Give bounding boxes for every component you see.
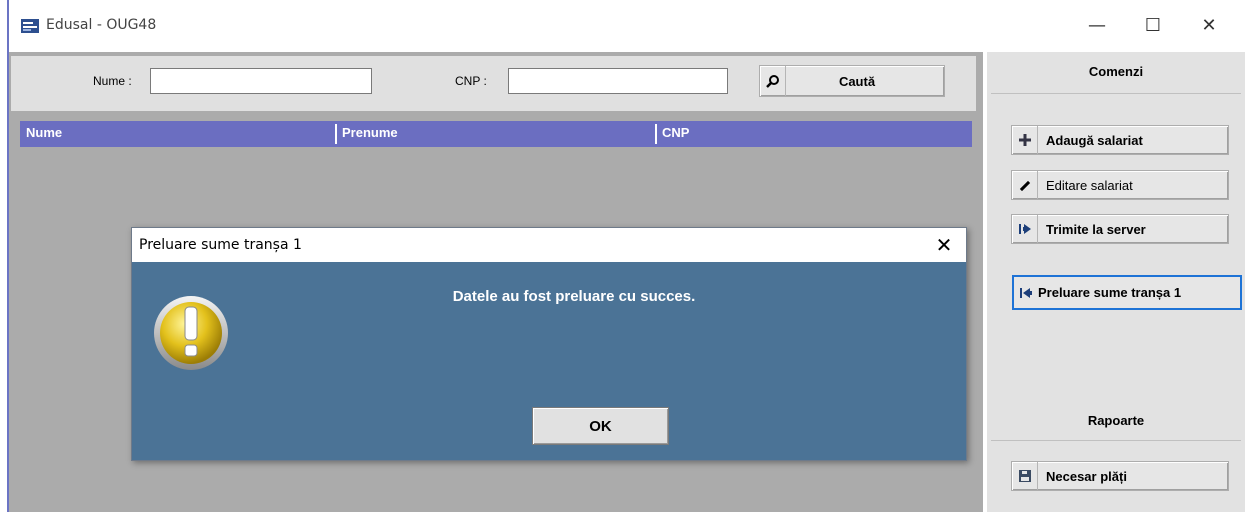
window-title: Edusal - OUG48 bbox=[46, 17, 157, 33]
grid-header: Nume Prenume CNP bbox=[20, 121, 972, 147]
name-label: Nume : bbox=[93, 74, 132, 88]
fetch-tranche-label: Preluare sume tranșa 1 bbox=[1038, 285, 1182, 300]
minimize-button[interactable]: — bbox=[1074, 10, 1120, 40]
fetch-tranche-button[interactable]: Preluare sume tranșa 1 bbox=[1012, 275, 1242, 310]
payment-need-label: Necesar plăți bbox=[1046, 468, 1127, 484]
dialog-title-bar: Preluare sume tranșa 1 ✕ bbox=[132, 228, 966, 262]
reports-divider bbox=[991, 440, 1241, 441]
send-server-button[interactable]: Trimite la server bbox=[1011, 214, 1229, 244]
dialog-message: Datele au fost preluare cu succes. bbox=[452, 288, 696, 305]
search-button[interactable]: Caută bbox=[759, 65, 945, 97]
add-employee-label: Adaugă salariat bbox=[1046, 132, 1143, 148]
dialog-body: Datele au fost preluare cu succes. OK bbox=[132, 262, 966, 460]
commands-divider bbox=[991, 93, 1241, 94]
maximize-button[interactable]: ☐ bbox=[1130, 10, 1176, 40]
warning-icon bbox=[154, 296, 228, 370]
cnp-label: CNP : bbox=[455, 74, 487, 88]
close-button[interactable]: ✕ bbox=[1186, 10, 1232, 40]
column-separator bbox=[655, 124, 657, 144]
send-server-label: Trimite la server bbox=[1046, 221, 1146, 237]
column-cnp[interactable]: CNP bbox=[662, 125, 689, 140]
commands-header: Comenzi bbox=[1088, 64, 1144, 79]
plus-icon bbox=[1012, 126, 1038, 154]
add-employee-button[interactable]: Adaugă salariat bbox=[1011, 125, 1229, 155]
column-separator bbox=[335, 124, 337, 144]
column-nume[interactable]: Nume bbox=[26, 125, 62, 140]
app-icon bbox=[21, 19, 39, 33]
payment-need-button[interactable]: Necesar plăți bbox=[1011, 461, 1229, 491]
edit-employee-label: Editare salariat bbox=[1046, 177, 1133, 193]
send-arrow-icon bbox=[1012, 215, 1038, 243]
search-icon bbox=[760, 66, 786, 96]
pencil-icon bbox=[1012, 171, 1038, 199]
ok-button[interactable]: OK bbox=[532, 407, 669, 445]
reports-header: Rapoarte bbox=[1087, 413, 1145, 428]
message-dialog: Preluare sume tranșa 1 ✕ Datele au fost … bbox=[131, 227, 967, 461]
fetch-arrow-icon bbox=[1014, 277, 1038, 308]
dialog-close-button[interactable]: ✕ bbox=[930, 232, 958, 258]
title-bar: Edusal - OUG48 — ☐ ✕ bbox=[9, 0, 1245, 52]
edit-employee-button[interactable]: Editare salariat bbox=[1011, 170, 1229, 200]
column-prenume[interactable]: Prenume bbox=[342, 125, 398, 140]
cnp-input[interactable] bbox=[508, 68, 728, 94]
app-window: Edusal - OUG48 — ☐ ✕ Nume : CNP : Caută … bbox=[0, 0, 1245, 512]
name-input[interactable] bbox=[150, 68, 372, 94]
dialog-title: Preluare sume tranșa 1 bbox=[139, 237, 302, 253]
save-icon bbox=[1012, 462, 1038, 490]
search-button-label: Caută bbox=[838, 73, 876, 89]
